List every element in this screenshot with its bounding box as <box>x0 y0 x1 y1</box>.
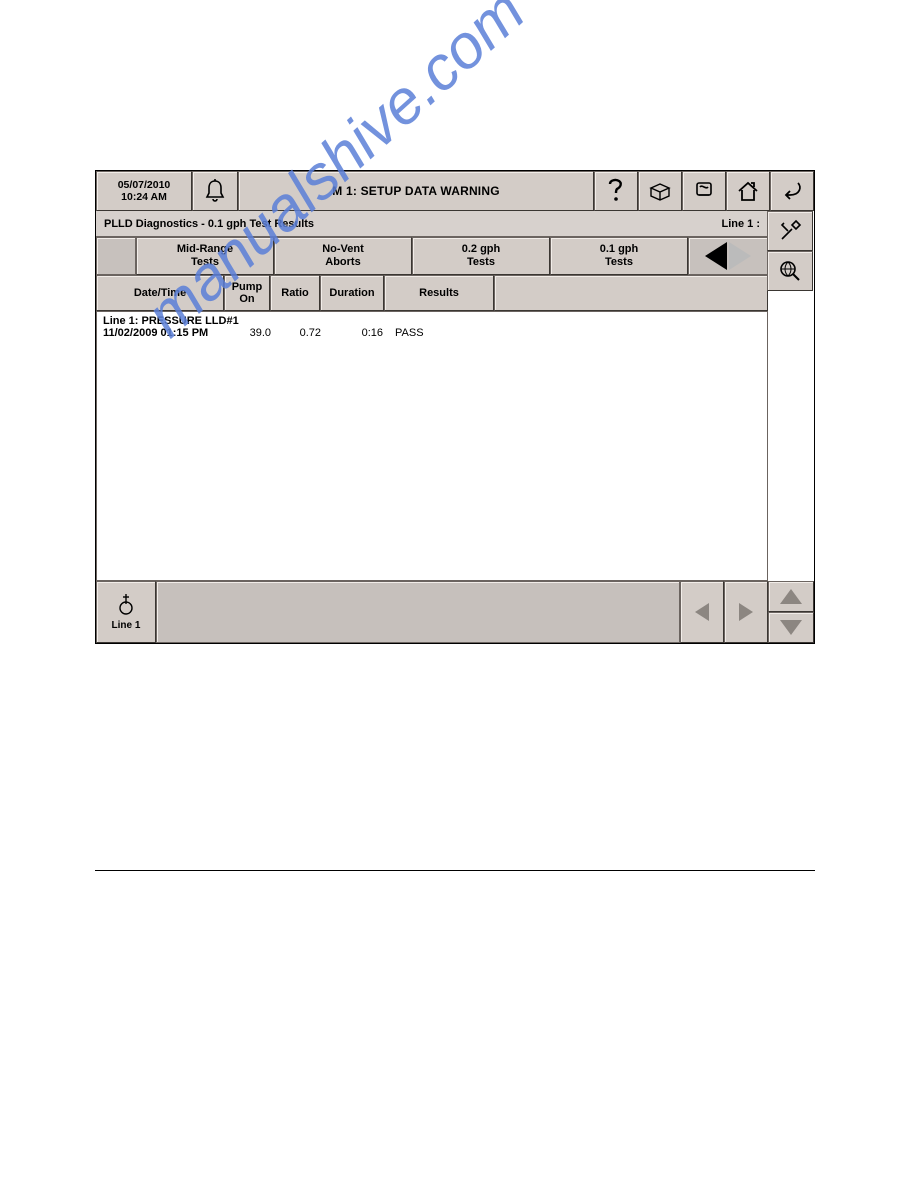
results-area: Line 1: PRESSURE LLD#1 11/02/2009 01:15 … <box>96 311 768 581</box>
help-button[interactable] <box>594 171 638 211</box>
divider-line <box>95 870 815 871</box>
col-results[interactable]: Results <box>384 275 494 311</box>
tab-row: Mid-Range Tests No-Vent Aborts 0.2 gph T… <box>96 237 768 275</box>
date-text: 05/07/2010 <box>118 179 171 191</box>
table-row: 11/02/2009 01:15 PM 39.0 0.72 0:16 PASS <box>103 327 761 339</box>
col-label: Duration <box>329 287 374 299</box>
scroll-up-button[interactable] <box>768 581 814 612</box>
side-tools <box>767 211 813 291</box>
title-text: M 1: SETUP DATA WARNING <box>332 184 500 198</box>
col-ratio[interactable]: Ratio <box>270 275 320 311</box>
col-label: Pump On <box>232 281 263 305</box>
flag-icon <box>693 180 715 202</box>
bottom-filler <box>156 581 680 643</box>
alarm-button[interactable] <box>192 171 238 211</box>
home-button[interactable] <box>726 171 770 211</box>
page-next-button[interactable] <box>724 581 768 643</box>
scroll-down-button[interactable] <box>768 612 814 643</box>
line-indicator: Line 1 : <box>721 218 760 230</box>
tab-label: 0.2 gph Tests <box>462 243 501 268</box>
col-label: Ratio <box>281 287 309 299</box>
cell-datetime: 11/02/2009 01:15 PM <box>103 327 225 339</box>
tools-button[interactable] <box>767 211 813 251</box>
arrow-down-icon <box>780 620 802 635</box>
back-button[interactable] <box>770 171 814 211</box>
time-text: 10:24 AM <box>121 191 167 203</box>
tab-label: 0.1 gph Tests <box>600 243 639 268</box>
bottom-bar: Line 1 <box>96 581 814 643</box>
breadcrumb-title: PLLD Diagnostics - 0.1 gph Test Results <box>104 218 314 230</box>
top-toolbar: 05/07/2010 10:24 AM M 1: SETUP DATA WARN… <box>96 171 814 211</box>
home-icon <box>736 180 760 202</box>
globe-search-icon <box>778 259 802 283</box>
tab-mid-range[interactable]: Mid-Range Tests <box>136 237 274 275</box>
tab-scroll-right-icon <box>729 242 751 270</box>
tab-spacer-left <box>96 237 136 275</box>
box-icon <box>649 181 671 201</box>
col-filler <box>494 275 768 311</box>
cell-ratio: 0.72 <box>271 327 321 339</box>
column-headers: Date/Time Pump On Ratio Duration Results <box>96 275 768 311</box>
line-label: Line 1 <box>112 620 141 631</box>
page-prev-button[interactable] <box>680 581 724 643</box>
col-duration[interactable]: Duration <box>320 275 384 311</box>
tab-label: Mid-Range Tests <box>177 243 233 268</box>
datetime-box: 05/07/2010 10:24 AM <box>96 171 192 211</box>
tab-scroll-left-icon <box>705 242 727 270</box>
col-label: Results <box>419 287 459 299</box>
tab-02-gph[interactable]: 0.2 gph Tests <box>412 237 550 275</box>
tab-01-gph[interactable]: 0.1 gph Tests <box>550 237 688 275</box>
arrow-up-icon <box>780 589 802 604</box>
app-frame: 05/07/2010 10:24 AM M 1: SETUP DATA WARN… <box>95 170 815 644</box>
arrow-right-icon <box>739 603 753 621</box>
tab-no-vent[interactable]: No-Vent Aborts <box>274 237 412 275</box>
col-label: Date/Time <box>134 287 186 299</box>
arrow-left-icon <box>695 603 709 621</box>
group-header: Line 1: PRESSURE LLD#1 <box>103 315 761 327</box>
vertical-nav <box>768 581 814 643</box>
config-button[interactable] <box>682 171 726 211</box>
bell-icon <box>204 179 226 203</box>
breadcrumb-bar: PLLD Diagnostics - 0.1 gph Test Results … <box>96 211 768 237</box>
print-button[interactable] <box>638 171 682 211</box>
wrench-icon <box>778 219 802 243</box>
probe-icon <box>117 594 135 616</box>
title-bar: M 1: SETUP DATA WARNING <box>238 171 594 211</box>
col-datetime[interactable]: Date/Time <box>96 275 224 311</box>
cell-pump: 39.0 <box>225 327 271 339</box>
cell-result: PASS <box>383 327 443 339</box>
question-icon <box>606 178 626 204</box>
cell-duration: 0:16 <box>321 327 383 339</box>
back-arrow-icon <box>780 181 804 201</box>
col-pump[interactable]: Pump On <box>224 275 270 311</box>
tab-label: No-Vent Aborts <box>322 243 364 268</box>
line-select-button[interactable]: Line 1 <box>96 581 156 643</box>
tab-scroll-arrows[interactable] <box>688 237 768 275</box>
search-button[interactable] <box>767 251 813 291</box>
